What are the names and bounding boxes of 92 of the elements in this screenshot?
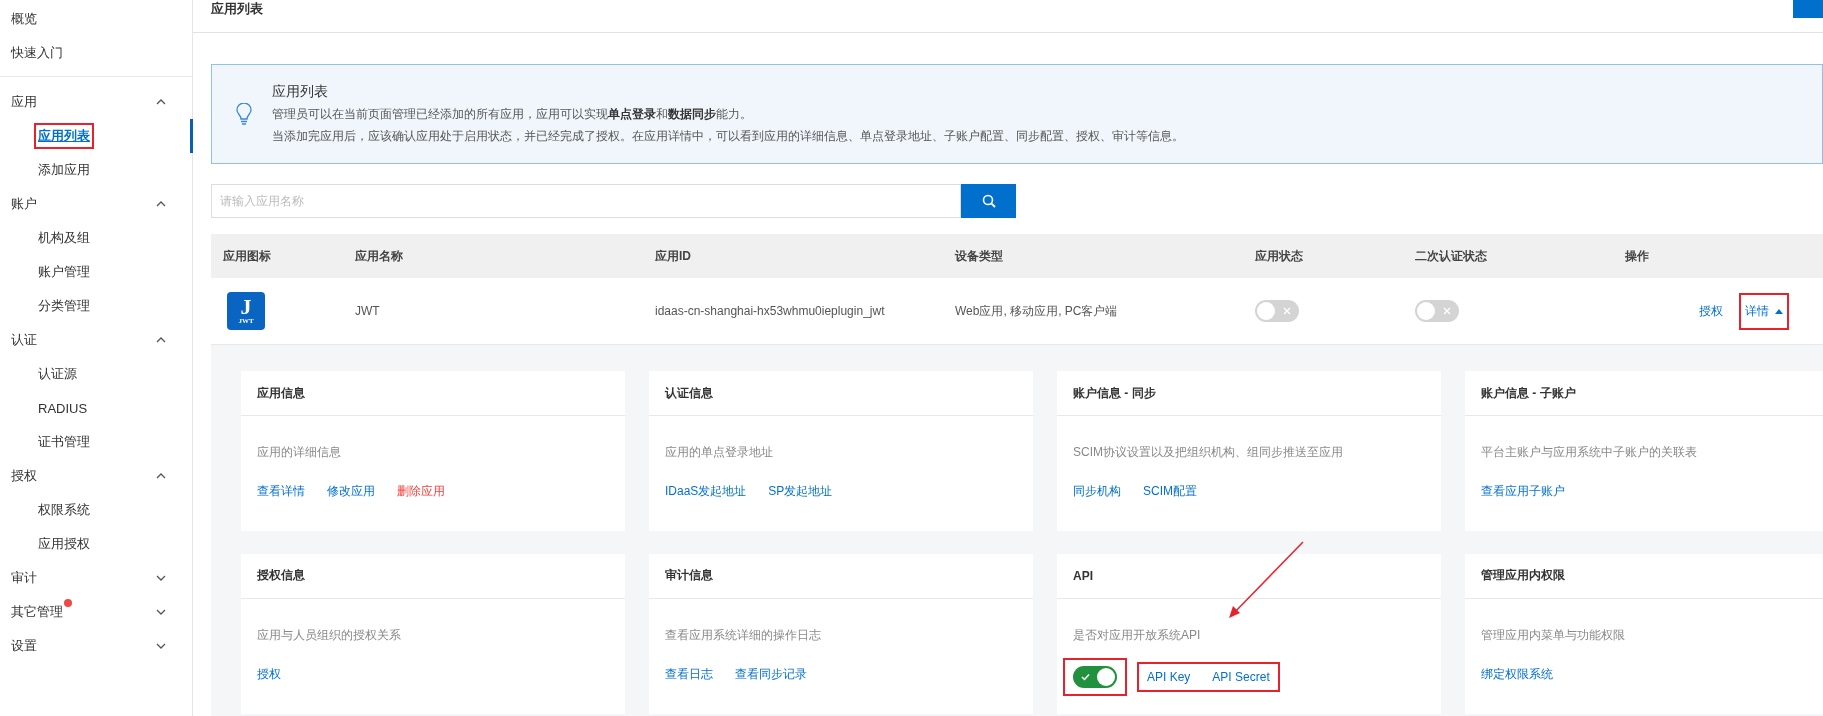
sidebar-item[interactable]: 快速入门 bbox=[0, 36, 192, 70]
action-button[interactable] bbox=[1793, 0, 1823, 18]
sidebar-item[interactable]: 账户管理 bbox=[34, 259, 94, 285]
chevron-up-icon bbox=[156, 99, 166, 105]
sidebar-group-label: 账户 bbox=[11, 195, 37, 213]
toggle-switch[interactable] bbox=[1415, 300, 1459, 322]
sidebar-item[interactable]: 添加应用 bbox=[34, 157, 94, 183]
sidebar-group[interactable]: 设置 bbox=[0, 629, 192, 663]
card-link[interactable]: IDaaS发起地址 bbox=[665, 483, 747, 500]
card-description: 应用与人员组织的授权关系 bbox=[257, 626, 402, 644]
sidebar-item[interactable]: 权限系统 bbox=[34, 497, 94, 523]
sidebar-group[interactable]: 审计 bbox=[0, 561, 192, 595]
search-field[interactable]: 请输入应用名称 bbox=[211, 184, 961, 218]
action-link[interactable]: 授权 bbox=[1693, 292, 1729, 330]
banner-text: 当添加完应用后，应该确认应用处于启用状态，并已经完成了授权。在应用详情中，可以看到应用的详细信息、单点登录地址、子账户配置、同步配置、授权、审计等信息。 bbox=[272, 128, 1184, 145]
toggle-switch[interactable] bbox=[1255, 300, 1299, 322]
chevron-up-icon bbox=[156, 201, 166, 207]
column-header: 设备类型 bbox=[953, 247, 1004, 265]
card-description: 应用的单点登录地址 bbox=[665, 444, 774, 461]
sidebar-group-label: 应用 bbox=[11, 93, 37, 111]
card-link[interactable]: 同步机构 bbox=[1073, 483, 1121, 500]
card-link[interactable]: SP发起地址 bbox=[768, 483, 833, 500]
sidebar-group[interactable]: 应用 bbox=[0, 85, 192, 119]
lightbulb-icon bbox=[236, 103, 252, 125]
card-description: 管理应用内菜单与功能权限 bbox=[1481, 626, 1626, 644]
card-link[interactable]: 修改应用 bbox=[327, 483, 375, 500]
card-title: 账户信息 - 同步 bbox=[1057, 371, 1441, 416]
card-description: SCIM协议设置以及把组织机构、组同步推送至应用 bbox=[1073, 444, 1344, 461]
card-link[interactable]: 查看同步记录 bbox=[735, 665, 807, 683]
sidebar-group-label: 设置 bbox=[11, 637, 37, 655]
sidebar-group[interactable]: 认证 bbox=[0, 323, 192, 357]
card-link[interactable]: 绑定权限系统 bbox=[1481, 665, 1553, 683]
sidebar-item[interactable]: RADIUS bbox=[34, 396, 92, 420]
action-link[interactable]: 详情 bbox=[1739, 292, 1789, 330]
table-cell-text: idaas-cn-shanghai-hx53whmu0ieplugin_jwt bbox=[654, 304, 886, 318]
column-header: 操作 bbox=[1624, 247, 1650, 265]
card-link[interactable]: 授权 bbox=[257, 665, 281, 683]
check-icon bbox=[1081, 672, 1090, 681]
sidebar-item[interactable]: 应用授权 bbox=[34, 531, 94, 557]
sidebar-item[interactable]: 应用列表 bbox=[34, 123, 94, 149]
card-link[interactable]: SCIM配置 bbox=[1143, 483, 1197, 500]
card-title: 账户信息 - 子账户 bbox=[1465, 371, 1823, 416]
card-link[interactable]: 查看应用子账户 bbox=[1481, 483, 1565, 500]
sidebar-group-label: 审计 bbox=[11, 569, 37, 587]
card-title: 审计信息 bbox=[649, 553, 1033, 599]
sidebar-item[interactable]: 认证源 bbox=[34, 361, 81, 387]
column-header: 应用状态 bbox=[1254, 247, 1304, 265]
page-title: 应用列表 bbox=[211, 0, 263, 18]
card-description: 平台主账户与应用系统中子账户的关联表 bbox=[1481, 444, 1698, 461]
close-icon bbox=[1283, 307, 1291, 315]
close-icon bbox=[1443, 307, 1451, 315]
chevron-down-icon bbox=[156, 643, 166, 649]
column-header: 二次认证状态 bbox=[1414, 247, 1488, 265]
sidebar-group[interactable]: 授权 bbox=[0, 459, 192, 493]
card-description: 是否对应用开放系统API bbox=[1073, 626, 1202, 644]
chevron-up-icon bbox=[156, 337, 166, 343]
sidebar-item[interactable]: 机构及组 bbox=[34, 225, 94, 251]
search-button[interactable] bbox=[961, 184, 1016, 218]
card-title: 应用信息 bbox=[241, 371, 625, 416]
banner-title: 应用列表 bbox=[272, 83, 329, 101]
column-header: 应用图标 bbox=[222, 247, 272, 265]
card-link[interactable]: API Key bbox=[1147, 669, 1191, 684]
card-title: 管理应用内权限 bbox=[1465, 553, 1823, 599]
card-link[interactable]: API Secret bbox=[1212, 669, 1270, 684]
sidebar-group-label: 授权 bbox=[11, 467, 37, 485]
banner-text: 管理员可以在当前页面管理已经添加的所有应用，应用可以实现单点登录和数据同步能力。 bbox=[272, 106, 753, 123]
sidebar-group-label: 其它管理 bbox=[11, 603, 63, 621]
sidebar-group[interactable]: 其它管理 bbox=[0, 595, 192, 629]
sidebar-item[interactable]: 概览 bbox=[0, 2, 192, 36]
sidebar-item[interactable]: 证书管理 bbox=[34, 429, 94, 455]
card-description: 应用的详细信息 bbox=[257, 444, 342, 461]
table-cell-text: JWT bbox=[354, 304, 381, 318]
toggle-switch[interactable] bbox=[1073, 665, 1117, 688]
chevron-up-icon bbox=[156, 473, 166, 479]
table-cell-text: Web应用, 移动应用, PC客户端 bbox=[954, 302, 1119, 320]
chevron-down-icon bbox=[156, 575, 166, 581]
sidebar-group[interactable]: 账户 bbox=[0, 187, 192, 221]
sidebar-item[interactable]: 分类管理 bbox=[34, 293, 94, 319]
card-link[interactable]: 查看日志 bbox=[665, 665, 713, 683]
card-title: 认证信息 bbox=[649, 371, 1033, 416]
selection-indicator bbox=[190, 119, 193, 153]
card-title: API bbox=[1057, 553, 1441, 599]
chevron-down-icon bbox=[156, 609, 166, 615]
card-link[interactable]: 删除应用 bbox=[397, 483, 445, 500]
card-link[interactable]: 查看详情 bbox=[257, 483, 305, 500]
column-header: 应用ID bbox=[654, 247, 692, 265]
caret-icon bbox=[1775, 308, 1783, 314]
card-description: 查看应用系统详细的操作日志 bbox=[665, 626, 822, 644]
card-title: 授权信息 bbox=[241, 553, 625, 599]
search-icon bbox=[981, 194, 996, 208]
sidebar-group-label: 认证 bbox=[11, 331, 37, 349]
column-header: 应用名称 bbox=[354, 247, 404, 265]
